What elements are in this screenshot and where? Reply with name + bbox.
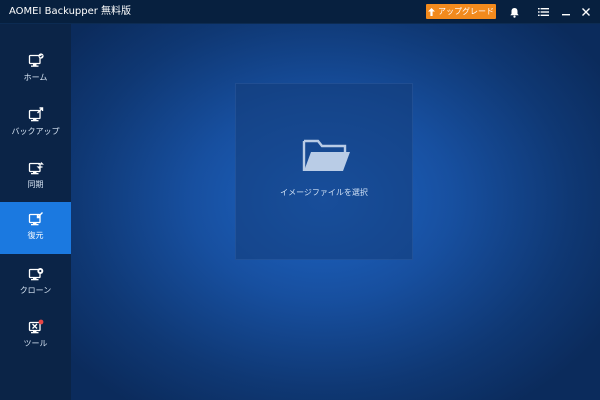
clone-icon	[28, 266, 44, 282]
sidebar-item-label: ホーム	[23, 73, 48, 82]
minimize-icon[interactable]	[559, 5, 573, 19]
upgrade-button[interactable]: アップグレード	[426, 4, 496, 19]
close-icon[interactable]	[579, 5, 593, 19]
upgrade-arrow-icon	[428, 7, 435, 16]
sidebar-item-clone[interactable]: クローン	[0, 257, 71, 309]
bell-icon[interactable]	[507, 5, 521, 19]
sidebar-item-label: 復元	[27, 231, 44, 240]
title-bar: AOMEI Backupper 無料版 アップグレード	[0, 0, 600, 24]
sidebar-item-sync[interactable]: 同期	[0, 151, 71, 203]
sidebar-item-label: 同期	[27, 180, 44, 189]
backup-icon	[28, 107, 44, 123]
tools-icon	[28, 319, 44, 335]
sidebar-item-home[interactable]: ホーム	[0, 44, 71, 96]
select-image-file-button[interactable]: イメージファイルを選択	[235, 83, 413, 260]
sidebar-item-tools[interactable]: ツール	[0, 310, 71, 362]
sidebar-item-label: ツール	[23, 339, 48, 348]
home-icon	[28, 53, 44, 69]
app-window: AOMEI Backupper 無料版 アップグレード ホーム バックアップ 同…	[0, 0, 600, 400]
sidebar-item-label: クローン	[19, 286, 52, 295]
main-content: イメージファイルを選択	[71, 24, 600, 400]
upgrade-label: アップグレード	[438, 6, 494, 16]
sidebar-item-backup[interactable]: バックアップ	[0, 98, 71, 150]
sidebar-item-label: バックアップ	[11, 127, 60, 136]
app-title: AOMEI Backupper 無料版	[9, 6, 132, 17]
sync-icon	[28, 160, 44, 176]
sidebar: ホーム バックアップ 同期 復元 クローン ツール	[0, 24, 71, 400]
folder-icon	[302, 138, 352, 174]
menu-icon[interactable]	[536, 5, 550, 19]
sidebar-item-restore[interactable]: 復元	[0, 202, 71, 254]
select-image-file-label: イメージファイルを選択	[280, 188, 368, 197]
restore-icon	[28, 211, 44, 227]
